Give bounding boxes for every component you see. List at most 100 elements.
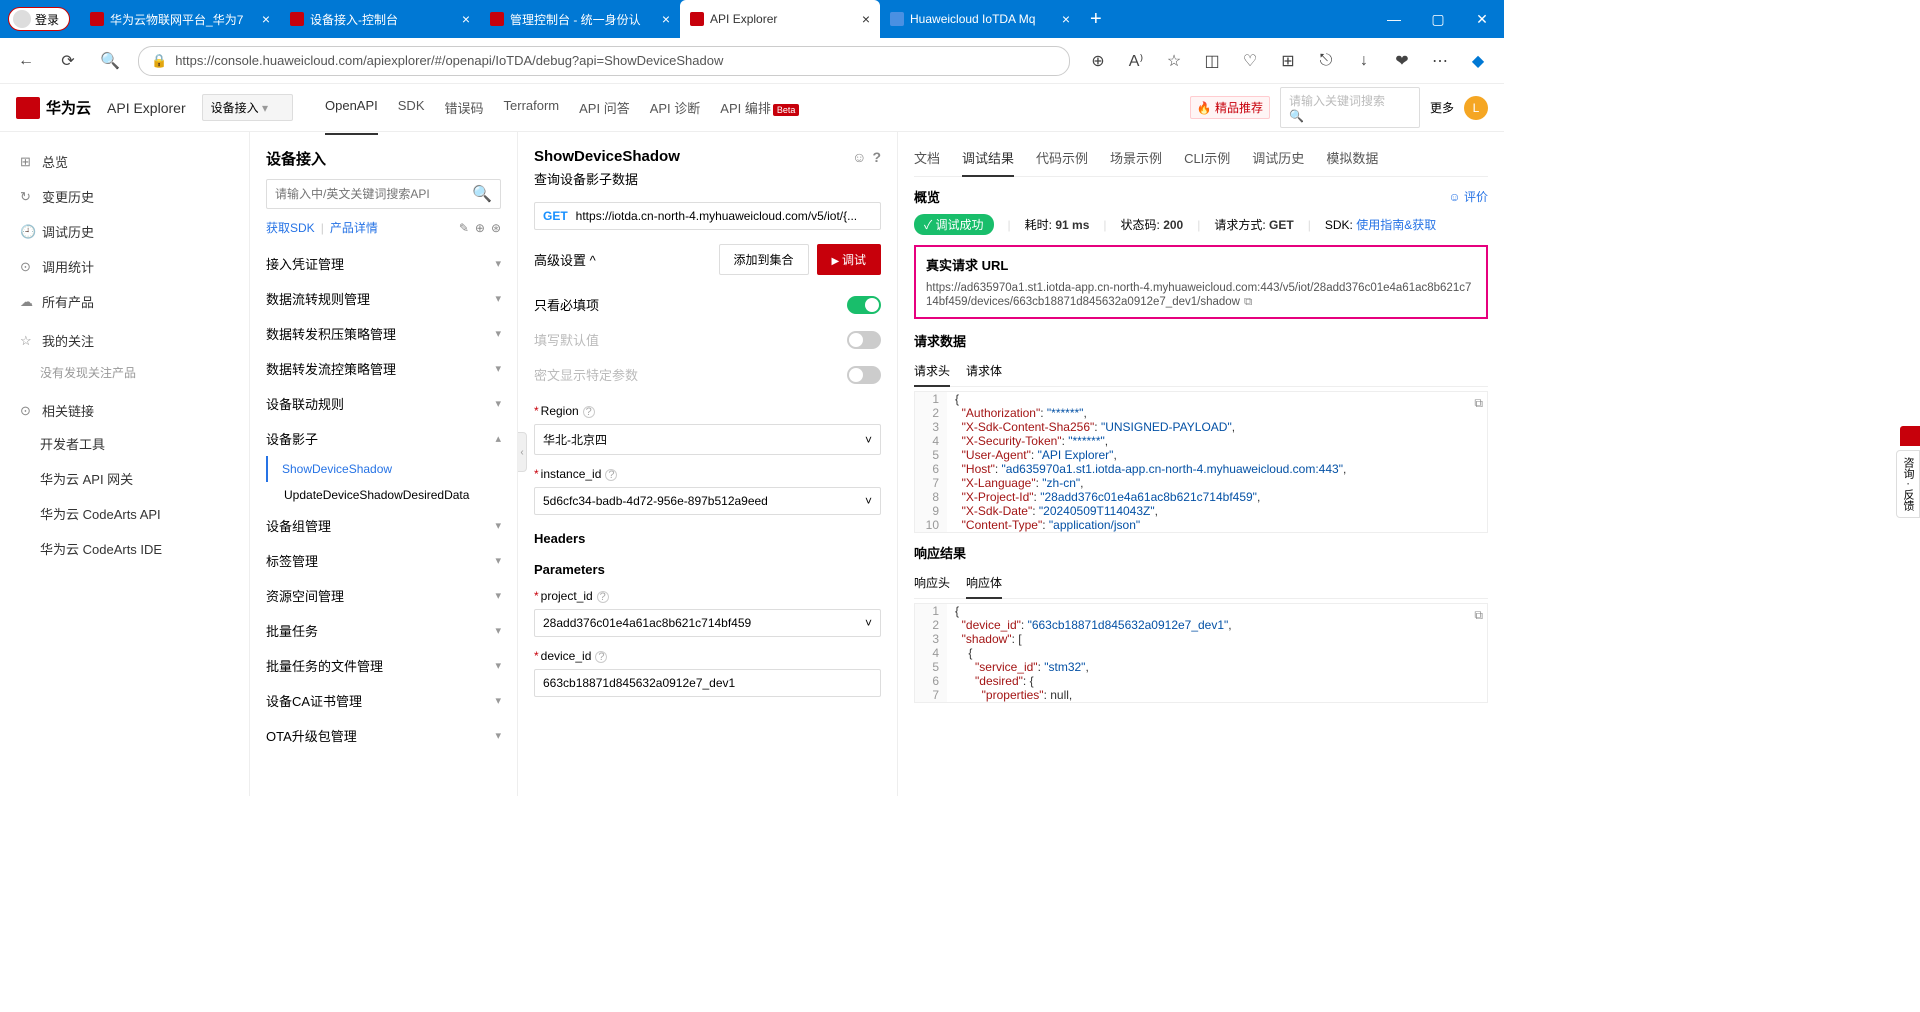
sidebar-item[interactable]: ↻变更历史: [0, 179, 249, 214]
globe-icon[interactable]: ⊛: [491, 221, 501, 235]
copy-url-icon[interactable]: ⧉: [1244, 296, 1252, 308]
instance-id-select[interactable]: 5d6cfc34-badb-4d72-956e-897b512a9eed˅: [534, 487, 881, 515]
related-link[interactable]: 华为云 CodeArts API: [0, 496, 249, 531]
nav-tab[interactable]: API 问答: [579, 94, 630, 121]
tree-group[interactable]: 批量任务▾: [250, 613, 517, 648]
related-link[interactable]: 开发者工具: [0, 426, 249, 461]
inner-tab[interactable]: 请求头: [914, 356, 950, 387]
result-tab[interactable]: 文档: [914, 144, 940, 176]
url-input[interactable]: 🔒 https://console.huaweicloud.com/apiexp…: [138, 46, 1070, 76]
lang-icon[interactable]: ⊕: [475, 221, 485, 235]
inner-tab[interactable]: 响应头: [914, 568, 950, 598]
result-tab[interactable]: 模拟数据: [1326, 144, 1378, 176]
help-icon[interactable]: ?: [872, 149, 881, 165]
maximize-button[interactable]: ▢: [1416, 0, 1460, 38]
nav-tab[interactable]: OpenAPI: [325, 94, 378, 121]
user-avatar[interactable]: L: [1464, 96, 1488, 120]
close-tab-icon[interactable]: ×: [662, 11, 670, 27]
product-name[interactable]: API Explorer: [107, 100, 186, 116]
new-tab-button[interactable]: +: [1080, 8, 1112, 31]
nav-tab[interactable]: Terraform: [504, 94, 560, 121]
tree-group[interactable]: 设备影子▴: [250, 421, 517, 456]
favorite-icon[interactable]: ☆: [1160, 47, 1188, 75]
result-tab[interactable]: CLI示例: [1184, 144, 1230, 176]
promo-badge[interactable]: 🔥 精品推荐: [1190, 96, 1270, 119]
more-link[interactable]: 更多: [1430, 99, 1454, 116]
menu-icon[interactable]: ⋯: [1426, 47, 1454, 75]
browser-tab[interactable]: API Explorer×: [680, 0, 880, 38]
related-link[interactable]: 华为云 CodeArts IDE: [0, 531, 249, 566]
help-icon[interactable]: ?: [583, 406, 595, 418]
sidebar-item[interactable]: ☁所有产品: [0, 284, 249, 319]
tree-group[interactable]: 数据转发流控策略管理▾: [250, 351, 517, 386]
tree-group[interactable]: 数据流转规则管理▾: [250, 281, 517, 316]
product-detail-link[interactable]: 产品详情: [330, 219, 378, 236]
help-icon[interactable]: ?: [597, 591, 609, 603]
nav-tab[interactable]: API 编排Beta: [720, 94, 799, 121]
related-link[interactable]: 华为云 API 网关: [0, 461, 249, 496]
get-sdk-link[interactable]: 获取SDK: [266, 219, 315, 236]
debug-button[interactable]: 调试: [817, 244, 881, 275]
read-aloud-icon[interactable]: A⁾: [1122, 47, 1150, 75]
tree-group[interactable]: 设备联动规则▾: [250, 386, 517, 421]
help-icon[interactable]: ?: [605, 469, 617, 481]
tree-group[interactable]: OTA升级包管理▾: [250, 718, 517, 753]
tree-group[interactable]: 设备组管理▾: [250, 508, 517, 543]
close-button[interactable]: ✕: [1460, 0, 1504, 38]
result-tab[interactable]: 调试历史: [1252, 144, 1304, 176]
nav-search[interactable]: 请输入关键词搜索 🔍: [1280, 87, 1420, 128]
collections-icon[interactable]: ♡: [1236, 47, 1264, 75]
nav-tab[interactable]: SDK: [398, 94, 425, 121]
tree-group[interactable]: 设备CA证书管理▾: [250, 683, 517, 718]
tree-group[interactable]: 资源空间管理▾: [250, 578, 517, 613]
show-secret-toggle[interactable]: [847, 366, 881, 384]
tree-api-item[interactable]: ShowDeviceShadow: [266, 456, 517, 482]
only-required-toggle[interactable]: [847, 296, 881, 314]
smile-icon[interactable]: ☺: [852, 149, 866, 165]
tree-group[interactable]: 数据转发积压策略管理▾: [250, 316, 517, 351]
extensions-icon[interactable]: ⊞: [1274, 47, 1302, 75]
feedback-icon[interactable]: [1900, 426, 1920, 446]
copy-code-icon[interactable]: ⧉: [1474, 396, 1483, 411]
inner-tab[interactable]: 请求体: [966, 356, 1002, 386]
minimize-button[interactable]: —: [1372, 0, 1416, 38]
login-badge[interactable]: 登录: [8, 7, 70, 31]
device-id-input[interactable]: 663cb18871d845632a0912e7_dev1: [534, 669, 881, 697]
add-to-collection-button[interactable]: 添加到集合: [719, 244, 809, 275]
close-tab-icon[interactable]: ×: [462, 11, 470, 27]
sdk-guide-link[interactable]: 使用指南&获取: [1356, 218, 1436, 232]
shield-icon[interactable]: ⎋: [1312, 47, 1340, 75]
browser-tab[interactable]: 设备接入-控制台×: [280, 0, 480, 38]
panel-collapse-handle[interactable]: ‹: [518, 432, 527, 472]
result-tab[interactable]: 代码示例: [1036, 144, 1088, 176]
zoom-icon[interactable]: ⊕: [1084, 47, 1112, 75]
api-search-input[interactable]: [275, 187, 472, 201]
logo[interactable]: 华为云: [16, 97, 91, 119]
feedback-tab[interactable]: 咨询 · 反馈: [1896, 450, 1920, 518]
region-select[interactable]: 华北-北京四˅: [534, 424, 881, 455]
browser-tab[interactable]: 管理控制台 - 统一身份认×: [480, 0, 680, 38]
tree-group[interactable]: 标签管理▾: [250, 543, 517, 578]
edit-icon[interactable]: ✎: [459, 221, 469, 235]
close-tab-icon[interactable]: ×: [262, 11, 270, 27]
performance-icon[interactable]: ❤: [1388, 47, 1416, 75]
close-tab-icon[interactable]: ×: [862, 11, 870, 27]
project-id-select[interactable]: 28add376c01e4a61ac8b621c714bf459˅: [534, 609, 881, 637]
service-select[interactable]: 设备接入 ▾: [202, 94, 293, 121]
nav-tab[interactable]: API 诊断: [650, 94, 701, 121]
search-button[interactable]: 🔍: [96, 47, 124, 75]
tree-group[interactable]: 批量任务的文件管理▾: [250, 648, 517, 683]
copy-code-icon[interactable]: ⧉: [1474, 608, 1483, 623]
result-tab[interactable]: 调试结果: [962, 144, 1014, 177]
fill-default-toggle[interactable]: [847, 331, 881, 349]
copilot-icon[interactable]: ◆: [1464, 47, 1492, 75]
split-icon[interactable]: ◫: [1198, 47, 1226, 75]
sidebar-item[interactable]: ⊞总览: [0, 144, 249, 179]
my-follow-section[interactable]: ☆ 我的关注: [0, 319, 249, 356]
back-button[interactable]: ←: [12, 47, 40, 75]
help-icon[interactable]: ?: [595, 651, 607, 663]
tree-group[interactable]: 接入凭证管理▾: [250, 246, 517, 281]
api-search[interactable]: 🔍: [266, 179, 501, 209]
nav-tab[interactable]: 错误码: [445, 94, 484, 121]
eval-link[interactable]: ☺ 评价: [1448, 188, 1488, 205]
